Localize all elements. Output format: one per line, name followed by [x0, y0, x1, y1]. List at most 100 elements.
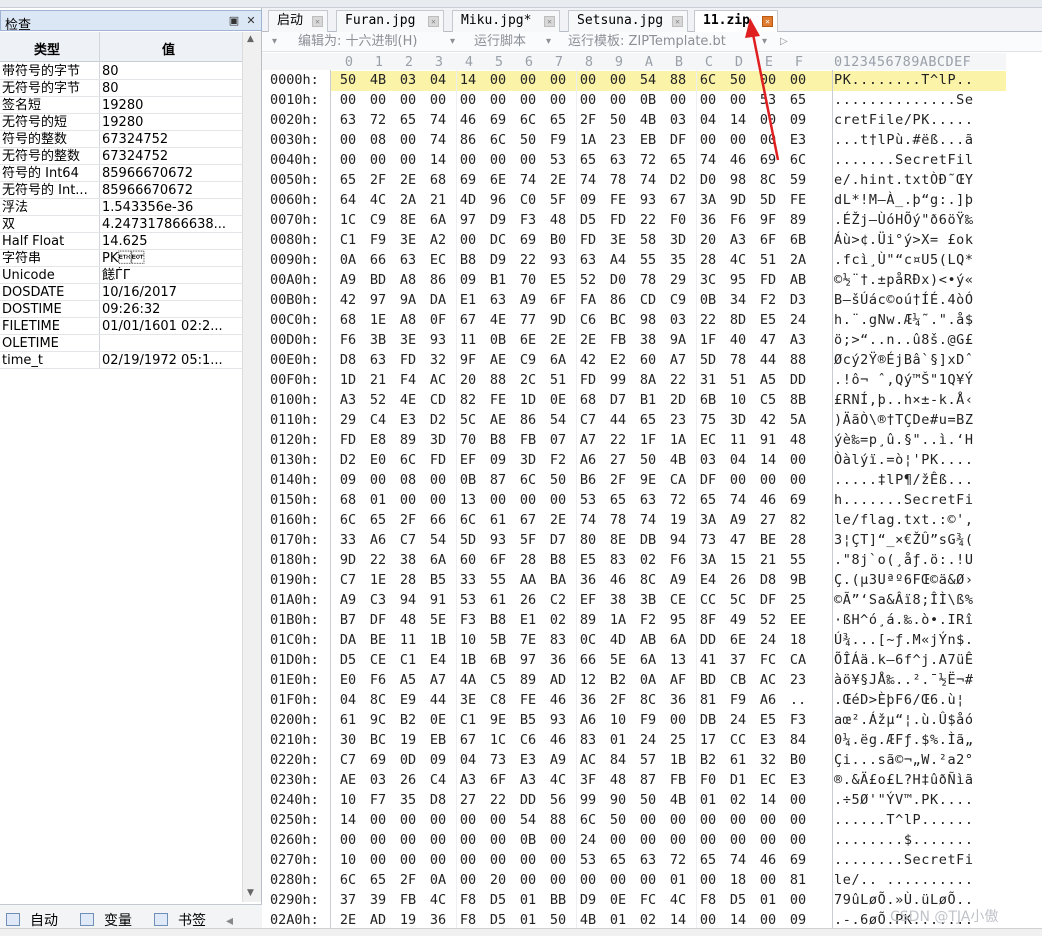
hex-byte[interactable]: FD [336, 430, 360, 450]
hex-byte[interactable]: 22 [636, 210, 660, 230]
hex-byte[interactable]: DD [786, 370, 810, 390]
hex-byte[interactable]: 00 [756, 110, 780, 130]
hex-byte[interactable]: 00 [486, 150, 510, 170]
hex-byte[interactable]: 72 [666, 490, 690, 510]
hex-byte[interactable]: 02 [726, 790, 750, 810]
hex-byte[interactable]: 22 [696, 310, 720, 330]
close-tab-icon[interactable]: ✕ [544, 16, 555, 27]
hex-byte[interactable]: 6A [546, 350, 570, 370]
hex-byte[interactable]: F9 [636, 710, 660, 730]
hex-byte[interactable]: 6C [396, 450, 420, 470]
hex-byte[interactable]: AD [366, 910, 390, 928]
hex-byte[interactable]: 09 [486, 450, 510, 470]
hex-byte[interactable]: 4E [396, 390, 420, 410]
hex-byte[interactable]: 65 [366, 510, 390, 530]
hex-byte[interactable]: AE [336, 770, 360, 790]
hex-row-ascii[interactable]: ©Ã”‘Sa&Âï8;ÎÌ\ß% [834, 590, 974, 610]
hex-byte[interactable]: A6 [576, 710, 600, 730]
hex-byte[interactable]: 48 [546, 210, 570, 230]
close-tab-icon[interactable]: ✕ [428, 16, 439, 27]
hex-byte[interactable]: 46 [546, 730, 570, 750]
hex-byte[interactable]: 6F [486, 770, 510, 790]
hex-byte[interactable]: AC [426, 370, 450, 390]
hex-byte[interactable]: DF [366, 610, 390, 630]
hex-byte[interactable]: 00 [426, 810, 450, 830]
hex-byte[interactable]: 67 [456, 730, 480, 750]
hex-byte[interactable]: 74 [696, 150, 720, 170]
hex-row-ascii[interactable]: .ŒéD>ÈþF6/Œ6.ù¦ [834, 690, 965, 710]
hex-byte[interactable]: 00 [786, 470, 810, 490]
hex-byte[interactable]: 6C [486, 130, 510, 150]
hex-byte[interactable]: 74 [636, 510, 660, 530]
hex-byte[interactable]: 65 [666, 150, 690, 170]
hex-byte[interactable]: 69 [756, 150, 780, 170]
hex-byte[interactable]: 00 [426, 490, 450, 510]
hex-byte[interactable]: 09 [426, 750, 450, 770]
hex-byte[interactable]: 88 [786, 350, 810, 370]
hex-byte[interactable]: FC [636, 890, 660, 910]
hex-byte[interactable]: A5 [756, 370, 780, 390]
hex-byte[interactable]: 00 [486, 90, 510, 110]
hex-byte[interactable]: A4 [606, 250, 630, 270]
hex-byte[interactable]: 49 [726, 610, 750, 630]
close-tab-icon[interactable]: ✕ [672, 16, 683, 27]
tab-setsuna[interactable]: Setsuna.jpg ✕ [568, 10, 688, 32]
hex-byte[interactable]: 1F [696, 330, 720, 350]
inspector-row[interactable]: 双 4.247317866638... [0, 216, 242, 233]
hex-byte[interactable]: 6A [426, 210, 450, 230]
hex-byte[interactable]: D0 [606, 270, 630, 290]
hex-byte[interactable]: 00 [486, 810, 510, 830]
hex-byte[interactable]: 55 [636, 250, 660, 270]
hex-byte[interactable]: AC [756, 670, 780, 690]
hex-byte[interactable]: 8E [606, 530, 630, 550]
hex-byte[interactable]: 00 [396, 490, 420, 510]
hex-byte[interactable]: 78 [606, 170, 630, 190]
hex-row-ascii[interactable]: B—šÚác©oú†ÍÉ.4òÓ [834, 290, 974, 310]
hex-byte[interactable]: 53 [456, 590, 480, 610]
hex-byte[interactable]: 22 [516, 250, 540, 270]
hex-byte[interactable]: 5F [546, 190, 570, 210]
hex-byte[interactable]: B8 [456, 250, 480, 270]
hex-byte[interactable]: 1B [426, 630, 450, 650]
hex-byte[interactable]: 02 [546, 610, 570, 630]
hex-byte[interactable]: B0 [786, 750, 810, 770]
hex-byte[interactable]: 00 [366, 830, 390, 850]
hex-byte[interactable]: 50 [336, 70, 360, 90]
hex-byte[interactable]: 14 [666, 910, 690, 928]
hex-byte[interactable]: 00 [456, 90, 480, 110]
hex-byte[interactable]: 51 [726, 370, 750, 390]
hex-byte[interactable]: E4 [696, 570, 720, 590]
hex-byte[interactable]: C5 [486, 670, 510, 690]
hex-byte[interactable]: 00 [516, 90, 540, 110]
hex-byte[interactable]: BC [606, 310, 630, 330]
hex-byte[interactable]: B2 [696, 750, 720, 770]
hex-byte[interactable]: 35 [666, 250, 690, 270]
hex-byte[interactable]: CA [786, 650, 810, 670]
hex-byte[interactable]: 67 [666, 190, 690, 210]
hex-byte[interactable]: 00 [666, 710, 690, 730]
hex-byte[interactable]: A3 [786, 330, 810, 350]
hex-byte[interactable]: B5 [426, 570, 450, 590]
pin-icon[interactable]: ▣ [227, 14, 241, 28]
hex-byte[interactable]: 00 [696, 90, 720, 110]
hex-byte[interactable]: 00 [516, 70, 540, 90]
hex-byte[interactable]: BD [366, 270, 390, 290]
hex-byte[interactable]: 7E [516, 630, 540, 650]
hex-byte[interactable]: A8 [396, 310, 420, 330]
hex-byte[interactable]: 91 [426, 590, 450, 610]
hex-byte[interactable]: 88 [546, 810, 570, 830]
hex-byte[interactable]: 6C [336, 870, 360, 890]
hex-byte[interactable]: 74 [576, 510, 600, 530]
hex-byte[interactable]: E5 [756, 310, 780, 330]
hex-byte[interactable]: 24 [786, 310, 810, 330]
hex-byte[interactable]: 9F [756, 210, 780, 230]
hex-byte[interactable]: 00 [636, 810, 660, 830]
hex-byte[interactable]: FD [576, 230, 600, 250]
hex-byte[interactable]: CB [726, 670, 750, 690]
hex-byte[interactable]: A3 [456, 770, 480, 790]
hex-byte[interactable]: C4 [366, 410, 390, 430]
close-tab-icon[interactable]: ✕ [312, 16, 323, 27]
hex-byte[interactable]: 9A [666, 330, 690, 350]
hex-byte[interactable]: 19 [396, 730, 420, 750]
inspector-row[interactable]: DOSTIME 09:26:32 [0, 301, 242, 318]
